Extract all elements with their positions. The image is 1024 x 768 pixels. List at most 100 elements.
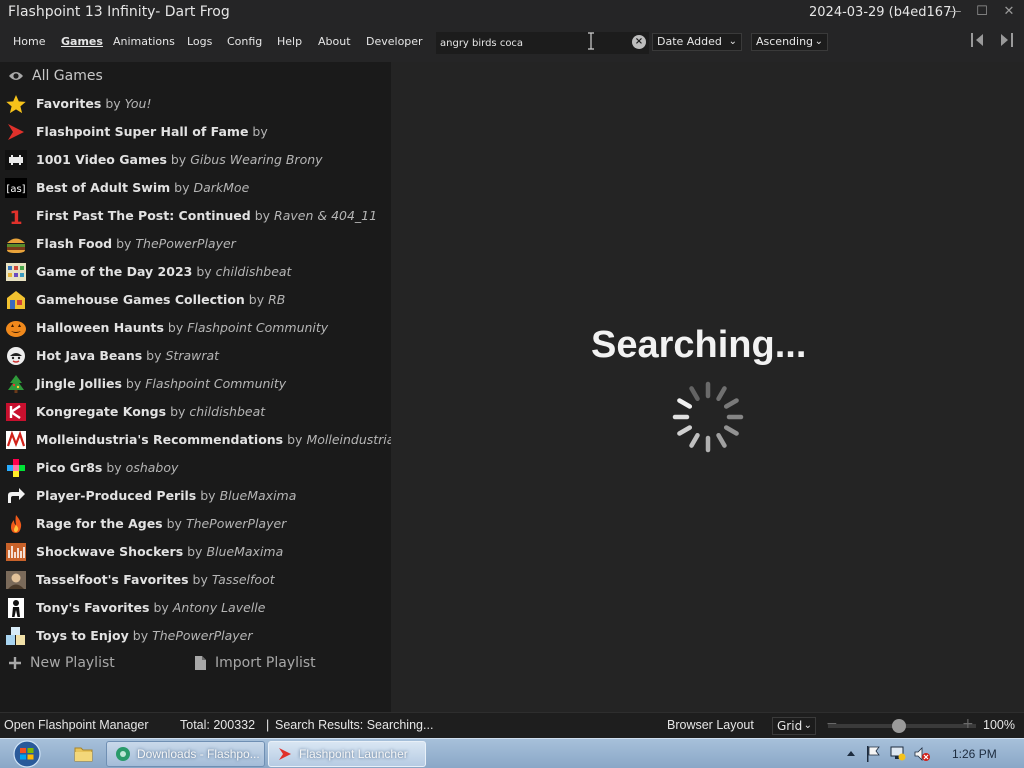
playlist-item[interactable]: Toys to Enjoy by ThePowerPlayer: [0, 622, 391, 650]
chevron-down-icon: ⌄: [814, 36, 823, 47]
toy-blocks-icon: [5, 626, 27, 646]
playlist-item[interactable]: Molleindustria's Recommendations by Moll…: [0, 426, 394, 454]
zoom-percent: 100%: [983, 718, 1015, 732]
playlist-name: Gamehouse Games Collection: [36, 292, 245, 307]
playlist-by: by: [153, 600, 169, 615]
taskbar-downloads[interactable]: Downloads - Flashpo...: [106, 741, 265, 767]
playlist-item[interactable]: [as] Best of Adult Swim by DarkMoe: [0, 174, 391, 202]
game-browser: Searching...: [391, 62, 1024, 712]
playlist-author: You!: [124, 96, 152, 111]
playlist-item[interactable]: Tony's Favorites by Antony Lavelle: [0, 594, 391, 622]
chevron-down-icon: ⌄: [803, 720, 812, 731]
playlist-name: Hot Java Beans: [36, 348, 143, 363]
volume-muted-icon[interactable]: [914, 747, 930, 761]
new-playlist-button[interactable]: New Playlist: [8, 655, 115, 671]
playlist-by: by: [125, 376, 142, 391]
show-hidden-icons-icon[interactable]: [847, 751, 855, 756]
close-button[interactable]: ✕: [998, 2, 1020, 22]
menu-about[interactable]: About: [318, 35, 351, 48]
menu-animations[interactable]: Animations: [113, 35, 175, 48]
playlist-item[interactable]: Flashpoint Super Hall of Fame by: [0, 118, 391, 146]
taskbar-flashpoint-launcher[interactable]: Flashpoint Launcher: [268, 741, 426, 767]
playlist-item[interactable]: Rage for the Ages by ThePowerPlayer: [0, 510, 391, 538]
sort-order-select[interactable]: Ascending ⌄: [751, 33, 828, 51]
playlist-item[interactable]: Favorites by You!: [0, 90, 391, 118]
zoom-slider-thumb[interactable]: [892, 719, 907, 733]
playlist-item[interactable]: Flash Food by ThePowerPlayer: [0, 230, 391, 258]
import-playlist-button[interactable]: Import Playlist: [194, 655, 316, 671]
playlist-item[interactable]: Halloween Haunts by Flashpoint Community: [0, 314, 391, 342]
playlist-item[interactable]: Jingle Jollies by Flashpoint Community: [0, 370, 391, 398]
maximize-button[interactable]: ☐: [971, 2, 993, 22]
minimize-button[interactable]: —: [944, 2, 966, 22]
plus-icon: [9, 657, 21, 669]
playlist-item[interactable]: Pico Gr8s by oshaboy: [0, 454, 391, 482]
menu-home[interactable]: Home: [13, 35, 45, 48]
sort-field-value: Date Added: [657, 35, 722, 48]
playlist-item[interactable]: 1001 Video Games by Gibus Wearing Brony: [0, 146, 391, 174]
sort-field-select[interactable]: Date Added ⌄: [652, 33, 742, 51]
playlist-by: by: [132, 628, 149, 643]
playlist-item[interactable]: Player-Produced Perils by BlueMaxima: [0, 482, 391, 510]
clear-search-icon[interactable]: ×: [632, 35, 646, 49]
playlist-by: by: [248, 292, 265, 307]
flame-icon: [5, 514, 27, 534]
playlist-by: by: [146, 348, 162, 363]
title-bar: Flashpoint 13 Infinity- Dart Frog 2024-0…: [0, 0, 1024, 26]
playlist-by: by: [287, 432, 303, 447]
playlist-item[interactable]: Tasselfoot's Favorites by Tasselfoot: [0, 566, 391, 594]
zoom-in-icon[interactable]: +: [962, 716, 974, 732]
playlist-list: Favorites by You! Flashpoint Super Hall …: [0, 90, 394, 650]
text-cursor-icon: [588, 32, 594, 50]
layout-select[interactable]: Grid ⌄: [772, 717, 816, 735]
menu-config[interactable]: Config: [227, 35, 262, 48]
playlist-name: Player-Produced Perils: [36, 488, 197, 503]
file-explorer-icon[interactable]: [66, 742, 100, 766]
playlist-item[interactable]: Hot Java Beans by Strawrat: [0, 342, 391, 370]
playlist-name: Molleindustria's Recommendations: [36, 432, 284, 447]
silhouette-icon: [5, 598, 27, 618]
version-label: 2024-03-29 (b4ed167): [809, 5, 957, 20]
windows-start-icon[interactable]: [8, 740, 46, 768]
loading-spinner-icon: [672, 381, 744, 453]
shockwave-icon: [5, 542, 27, 562]
playlist-author: DarkMoe: [193, 180, 250, 195]
menu-games[interactable]: Games: [61, 35, 103, 48]
action-center-flag-icon[interactable]: [867, 746, 880, 762]
share-arrow-icon: [5, 486, 27, 506]
playlist-by: by: [254, 208, 271, 223]
playlist-by: by: [192, 572, 208, 587]
playlist-author: Flashpoint Community: [145, 376, 287, 391]
playlist-item[interactable]: 1 First Past The Post: Continued by Rave…: [0, 202, 391, 230]
menu-help[interactable]: Help: [277, 35, 302, 48]
menu-logs[interactable]: Logs: [187, 35, 212, 48]
playlist-by: by: [252, 124, 268, 139]
taskbar-task-label: Downloads - Flashpo...: [137, 747, 260, 761]
search-results-status: Search Results: Searching...: [275, 718, 434, 732]
all-games-item[interactable]: All Games: [8, 68, 103, 84]
playlist-item[interactable]: Shockwave Shockers by BlueMaxima: [0, 538, 391, 566]
playlist-author: childishbeat: [215, 264, 292, 279]
top-bar: Home Games Animations Logs Config Help A…: [0, 26, 1024, 62]
open-flashpoint-manager-button[interactable]: Open Flashpoint Manager: [4, 718, 149, 732]
svg-text:[as]: [as]: [6, 184, 25, 195]
playlist-name: Jingle Jollies: [36, 376, 122, 391]
playlist-author: oshaboy: [125, 460, 179, 475]
playlist-item[interactable]: Game of the Day 2023 by childishbeat: [0, 258, 391, 286]
playlist-author: Strawrat: [165, 348, 220, 363]
collapse-right-sidebar-icon[interactable]: [997, 31, 1015, 49]
menu-developer[interactable]: Developer: [366, 35, 423, 48]
playlist-by: by: [170, 404, 186, 419]
playlist-name: Favorites: [36, 96, 102, 111]
playlist-author: ThePowerPlayer: [135, 236, 236, 251]
search-input[interactable]: [440, 34, 630, 52]
playlist-by: by: [187, 544, 203, 559]
collapse-left-sidebar-icon[interactable]: [969, 31, 987, 49]
playlist-author: Tasselfoot: [211, 572, 275, 587]
playlist-item[interactable]: Gamehouse Games Collection by RB: [0, 286, 391, 314]
playlist-name: Game of the Day 2023: [36, 264, 193, 279]
flashpoint-icon: [5, 122, 27, 142]
playlist-item[interactable]: Kongregate Kongs by childishbeat: [0, 398, 391, 426]
network-icon[interactable]: [890, 746, 906, 761]
playlist-name: Tony's Favorites: [36, 600, 150, 615]
